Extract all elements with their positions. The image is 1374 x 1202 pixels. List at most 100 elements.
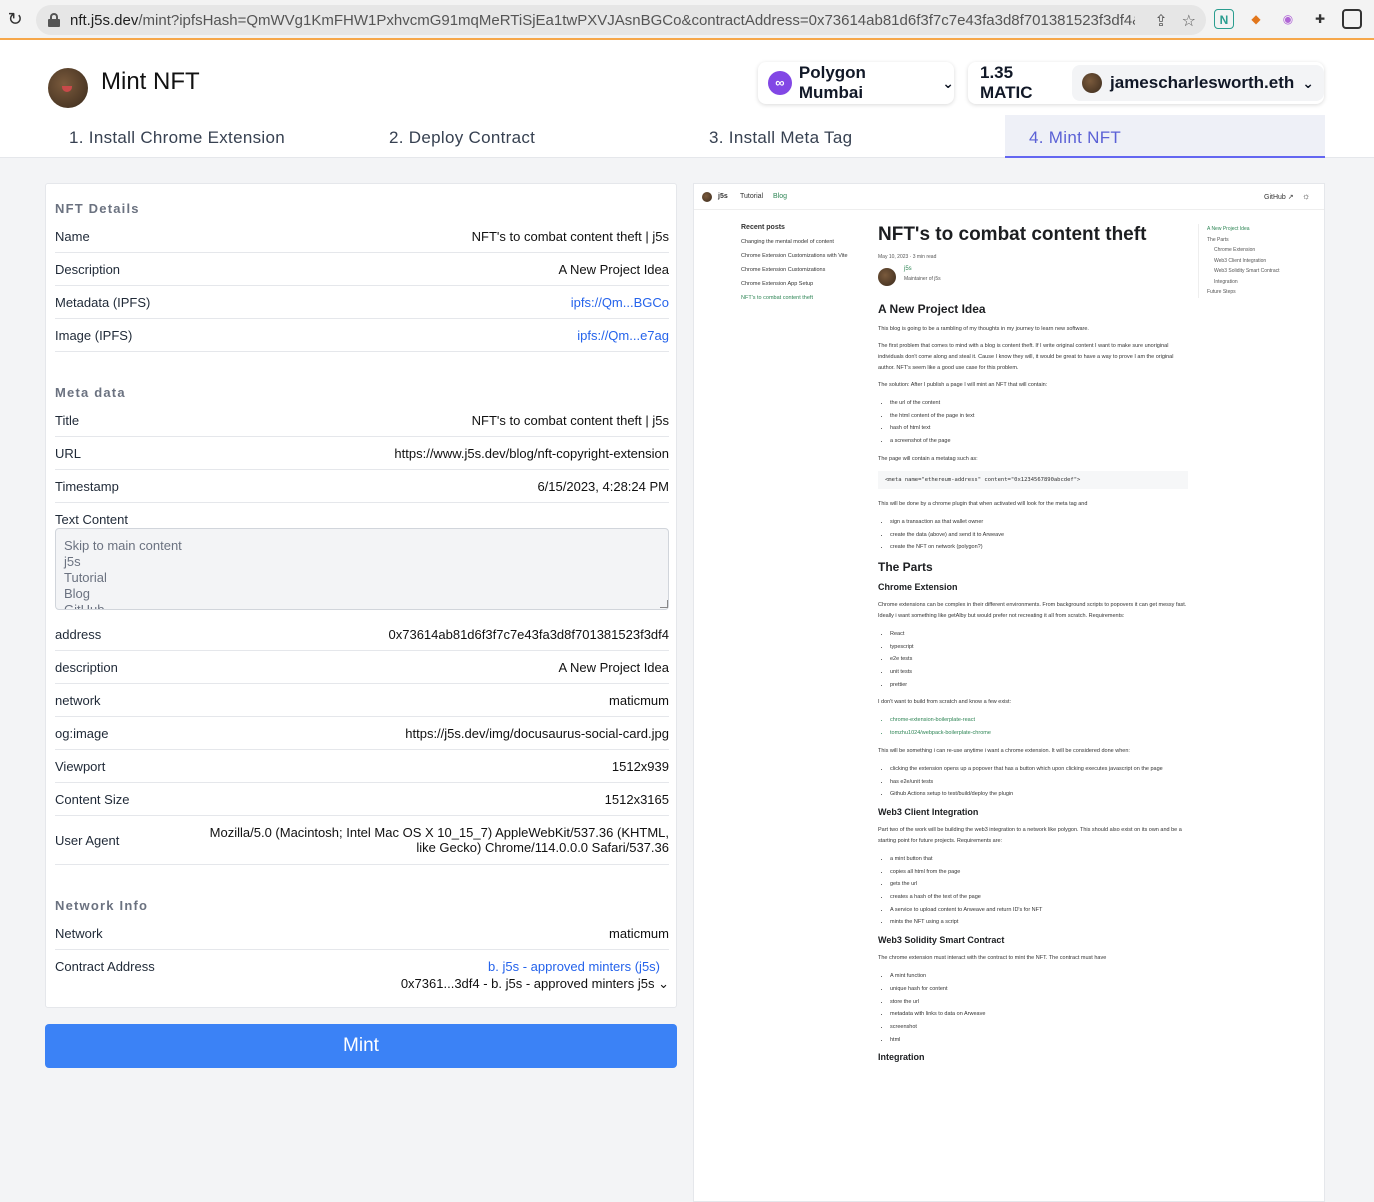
list-item: sign a transaction as that wallet owner — [890, 516, 1188, 529]
list-item: React — [890, 628, 1188, 641]
preview-list: a mint button that copies all html from … — [890, 853, 1188, 929]
sidebar-icon[interactable] — [1342, 9, 1362, 29]
preview-article: NFT's to combat content theft May 10, 20… — [878, 224, 1188, 1070]
toc-item: Web3 Solidity Smart Contract — [1214, 268, 1280, 274]
list-item: clicking the extension opens up a popove… — [890, 763, 1188, 776]
list-item: creates a hash of the text of the page — [890, 891, 1188, 904]
row-value: maticmum — [609, 926, 669, 941]
resize-handle-icon[interactable] — [660, 600, 668, 608]
row-value: Mozilla/5.0 (Macintosh; Intel Mac OS X 1… — [209, 825, 669, 855]
list-item: unique hash for content — [890, 983, 1188, 996]
detail-row-metadata: Metadata (IPFS) ipfs://Qm...BGCo — [55, 295, 669, 319]
network-selector[interactable]: ∞ Polygon Mumbai ⌄ — [758, 62, 954, 104]
list-item: mints the NFT using a script — [890, 916, 1188, 929]
toc-item: Integration — [1214, 278, 1238, 285]
row-key: Contract Address — [55, 959, 155, 974]
list-item: prettier — [890, 679, 1188, 692]
row-key: User Agent — [55, 833, 120, 848]
url-actions: ⇪ ☆ — [1154, 11, 1196, 31]
account-button[interactable]: jamescharlesworth.eth ⌄ — [1072, 65, 1324, 101]
page-title: Mint NFT — [101, 68, 200, 95]
row-key: Viewport — [55, 759, 106, 774]
list-item: A service to upload content to Arweave a… — [890, 904, 1188, 917]
contract-address-row: Contract Address b. j5s - approved minte… — [55, 959, 669, 995]
balance: 1.35 MATIC — [980, 63, 1033, 102]
contract-link[interactable]: b. j5s - approved minters (j5s) — [488, 959, 660, 974]
preview-paragraph: The page will contain a metatag such as: — [878, 455, 978, 462]
mint-button[interactable]: Mint — [45, 1024, 677, 1068]
preview-paragraph: Chrome extensions can be complex in thei… — [878, 601, 1187, 619]
list-item: has e2e/unit tests — [890, 776, 1188, 789]
list-item: metadata with links to data on Arweave — [890, 1008, 1188, 1021]
list-item: create the data (above) and send it to A… — [890, 529, 1188, 542]
preview-post-title: NFT's to combat content theft — [878, 224, 1147, 245]
network-row: Network maticmum — [55, 926, 669, 950]
preview-sidebar-heading: Recent posts — [741, 224, 785, 231]
preview-subheading: Web3 Client Integration — [878, 806, 979, 817]
lock-icon[interactable] — [48, 13, 60, 27]
list-item: create the NFT on network (polygon?) — [890, 541, 1188, 554]
meta-row-title: Title NFT's to combat content theft | j5… — [55, 413, 669, 437]
meta-row-viewport: Viewport 1512x939 — [55, 759, 669, 783]
dog-logo — [48, 68, 88, 108]
preview-subheading: Integration — [878, 1052, 925, 1063]
row-value: 1512x3165 — [604, 792, 669, 807]
preview-toc: A New Project Idea The Parts Chrome Exte… — [1198, 224, 1318, 298]
preview-author: j5s Maintainer of j5s — [878, 266, 1188, 288]
tab-install-extension[interactable]: 1. Install Chrome Extension — [45, 115, 365, 158]
preview-list: sign a transaction as that wallet owner … — [890, 516, 1188, 554]
chevron-down-icon: ⌄ — [942, 74, 954, 91]
contract-select[interactable]: 0x7361...3df4 - b. j5s - approved minter… — [401, 976, 669, 992]
section-meta-data: Meta data — [55, 385, 126, 400]
list-item: store the url — [890, 996, 1188, 1009]
polygon-icon: ∞ — [768, 71, 792, 95]
preview-list: the url of the content the html content … — [890, 397, 1188, 448]
meta-row-timestamp: Timestamp 6/15/2023, 4:28:24 PM — [55, 479, 669, 503]
share-icon[interactable]: ⇪ — [1154, 11, 1167, 31]
list-item: A mint function — [890, 970, 1188, 983]
detail-row-name: Name NFT's to combat content theft | j5s — [55, 229, 669, 253]
meta-row-content-size: Content Size 1512x3165 — [55, 792, 669, 816]
list-item: copies all html from the page — [890, 866, 1188, 879]
row-value: 1512x939 — [611, 759, 669, 774]
tab-mint-nft[interactable]: 4. Mint NFT — [1005, 115, 1325, 158]
list-item: unit tests — [890, 666, 1188, 679]
row-value: maticmum — [609, 693, 669, 708]
row-key: Content Size — [55, 792, 130, 807]
row-key: address — [55, 627, 102, 642]
toc-item: Web3 Client Integration — [1214, 257, 1267, 264]
extension-circle-icon[interactable]: ◉ — [1278, 9, 1298, 29]
preview-sidebar-item: Changing the mental model of content — [741, 239, 834, 245]
row-key: URL — [55, 446, 82, 461]
detail-row-description: Description A New Project Idea — [55, 262, 669, 286]
metamask-fox-icon[interactable]: ◆ — [1246, 9, 1266, 29]
row-key: network — [55, 693, 101, 708]
image-ipfs-link[interactable]: ipfs://Qm...e7ag — [577, 328, 669, 343]
list-item: hash of html text — [890, 422, 1188, 435]
metadata-ipfs-link[interactable]: ipfs://Qm...BGCo — [571, 295, 669, 310]
tab-install-meta-tag[interactable]: 3. Install Meta Tag — [685, 115, 1005, 158]
toc-item: Chrome Extension — [1214, 247, 1256, 253]
step-tabs: 1. Install Chrome Extension 2. Deploy Co… — [45, 115, 1325, 158]
preview-nav-tutorial: Tutorial — [740, 193, 764, 200]
row-key: og:image — [55, 726, 109, 741]
tab-deploy-contract[interactable]: 2. Deploy Contract — [365, 115, 685, 158]
preview-paragraph: This blog is going to be a rambling of m… — [878, 326, 1089, 332]
reload-icon[interactable]: ↻ — [0, 9, 30, 30]
preview-logo — [702, 192, 712, 202]
preview-list: chrome-extension-boilerplate-react tomzh… — [890, 714, 1188, 739]
preview-list: A mint function unique hash for content … — [890, 970, 1188, 1046]
extension-n-icon[interactable]: N — [1214, 9, 1234, 29]
meta-row-address: address 0x73614ab81d6f3f7c7e43fa3d8f7013… — [55, 627, 669, 651]
preview-paragraph: The chrome extension must interact with … — [878, 955, 1107, 962]
meta-row-text-content: Text Content — [55, 512, 669, 528]
section-nft-details: NFT Details — [55, 201, 140, 216]
row-value: NFT's to combat content theft | j5s — [471, 229, 669, 244]
text-content-textarea[interactable]: Skip to main content j5s Tutorial Blog G… — [55, 528, 669, 610]
row-value: 0x73614ab81d6f3f7c7e43fa3d8f701381523f3d… — [388, 627, 670, 642]
preview-paragraph: This will be something i can re-use anyt… — [878, 747, 1130, 754]
url-text: nft.j5s.dev/mint?ipfsHash=QmWVg1KmFHW1Px… — [70, 11, 1135, 29]
star-icon[interactable]: ☆ — [1182, 11, 1196, 31]
address-bar[interactable]: nft.j5s.dev/mint?ipfsHash=QmWVg1KmFHW1Px… — [36, 5, 1206, 35]
puzzle-icon[interactable]: ✚ — [1310, 9, 1330, 29]
